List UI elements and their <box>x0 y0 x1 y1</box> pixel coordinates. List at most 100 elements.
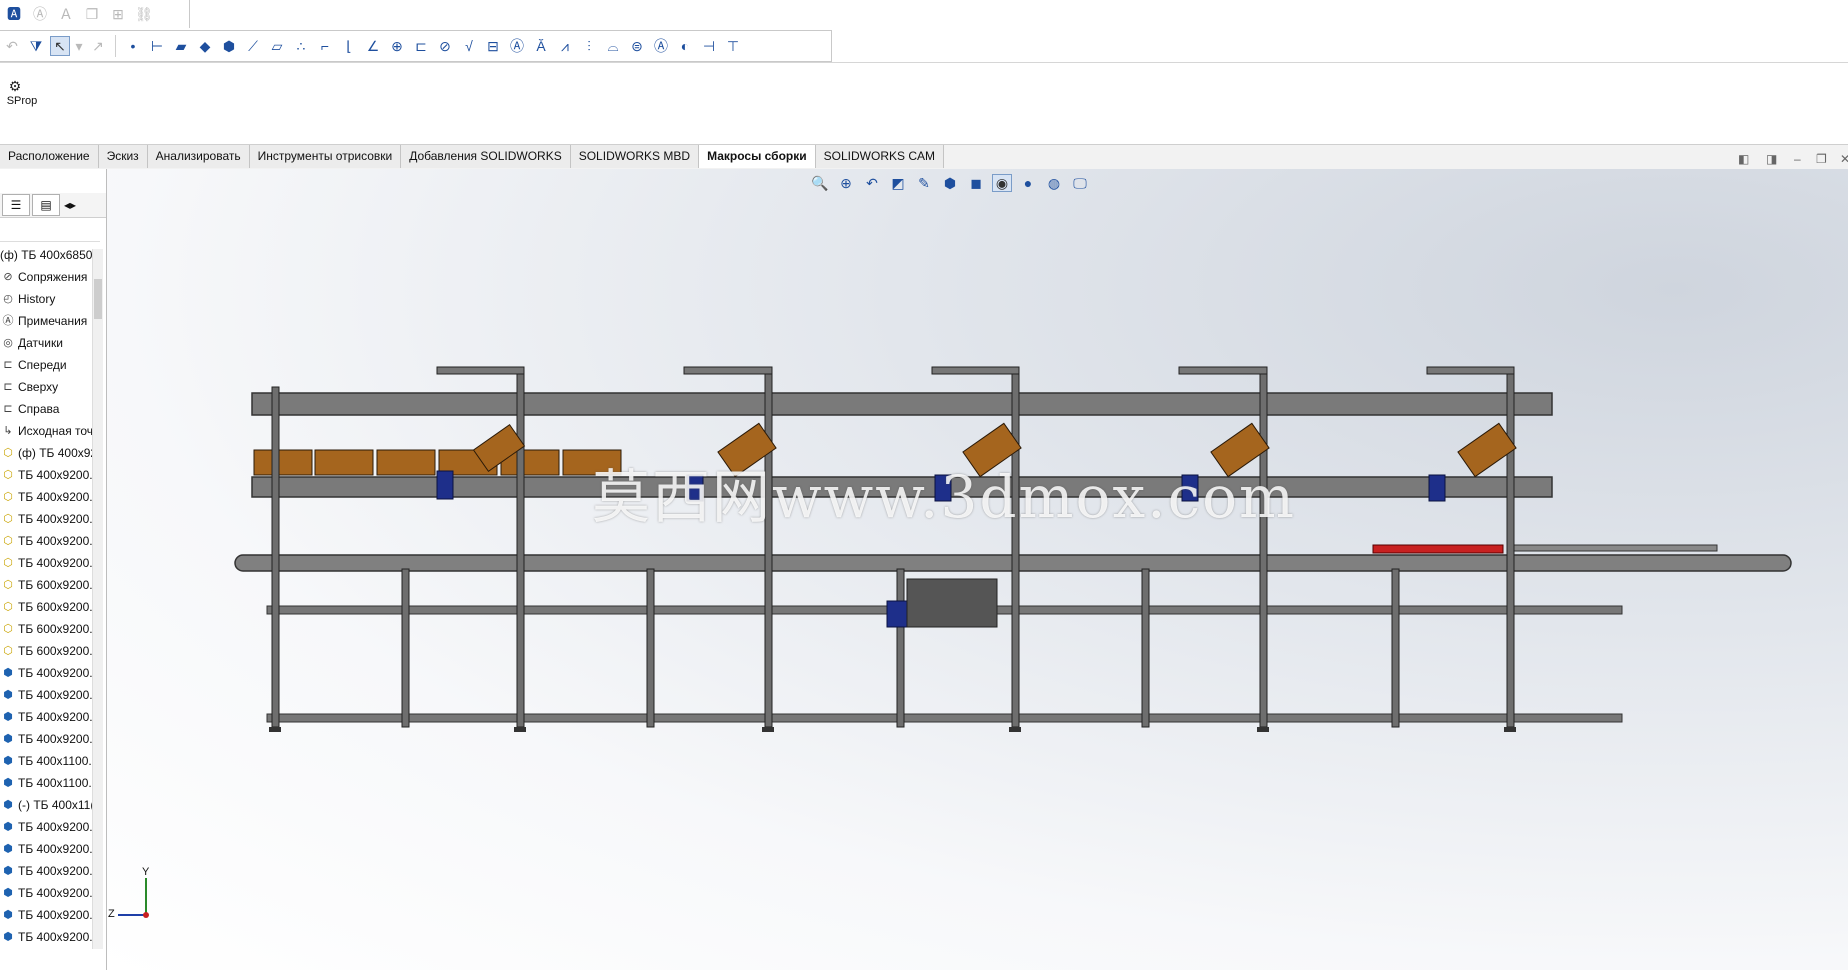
axis-filter-icon[interactable]: ⟋ <box>243 36 263 56</box>
tree-item[interactable]: ⬡ (ф) ТБ 400x92 <box>0 442 96 464</box>
tile-left-icon[interactable]: ◧ <box>1738 152 1749 166</box>
feature-manager-tab-icon[interactable]: ☰ <box>2 194 30 216</box>
face-filter-icon[interactable]: ▰ <box>171 36 191 56</box>
text-filter-icon[interactable]: Ă <box>531 36 551 56</box>
select-other-icon[interactable]: ↗ <box>88 36 108 56</box>
datum-filter-icon[interactable]: Ⓐ <box>507 36 527 56</box>
tolerance-filter-icon[interactable]: ⌓ <box>603 36 623 56</box>
point-filter-icon[interactable]: • <box>123 36 143 56</box>
tree-item[interactable]: ⬢ ТБ 400x9200.0 <box>0 882 96 904</box>
surface-finish-icon[interactable]: ⫶ <box>579 36 599 56</box>
dropdown-arrow-icon[interactable]: ▾ <box>74 36 84 56</box>
balloon-filter-icon[interactable]: ⊜ <box>627 36 647 56</box>
dimension-filter-icon[interactable]: ⊏ <box>411 36 431 56</box>
tree-item[interactable]: ⬢ (-) ТБ 400x11( <box>0 794 96 816</box>
tab-drawing-tools[interactable]: Инструменты отрисовки <box>249 145 402 168</box>
sketch-filter-icon[interactable]: ⌐ <box>315 36 335 56</box>
cg-filter-icon[interactable]: ⊣ <box>699 36 719 56</box>
tree-item[interactable]: ⬢ ТБ 400x9200.0 <box>0 728 96 750</box>
block-filter-icon[interactable]: Ⓐ <box>651 36 671 56</box>
apply-scene-icon[interactable]: ◍ <box>1044 174 1064 192</box>
edit-appearance-icon[interactable]: ● <box>1018 174 1038 192</box>
tree-item[interactable]: ⬢ ТБ 400x9200.0 <box>0 860 96 882</box>
hole-filter-icon[interactable]: ⊘ <box>435 36 455 56</box>
tree-item[interactable]: ↳ Исходная точ <box>0 420 96 442</box>
tree-item[interactable]: ⬢ ТБ 400x1100.0 <box>0 750 96 772</box>
copy-format-icon[interactable]: ❐ <box>82 4 102 24</box>
previous-view-icon[interactable]: ↶ <box>862 174 882 192</box>
check-filter-icon[interactable]: √ <box>459 36 479 56</box>
routing-filter-icon[interactable]: ⊤ <box>723 36 743 56</box>
font-icon[interactable]: Ａ <box>56 4 76 24</box>
zoom-area-icon[interactable]: ⊕ <box>836 174 856 192</box>
tree-item[interactable]: ◴ History <box>0 288 96 310</box>
select-cursor-icon[interactable]: ↖ <box>50 36 70 56</box>
filter-icon[interactable]: ⧩ <box>26 36 46 56</box>
tab-assembly-macros[interactable]: Макросы сборки <box>699 145 816 168</box>
scroll-right-icon[interactable]: ▸ <box>70 198 76 212</box>
view-settings-icon[interactable]: 🖵 <box>1070 174 1090 192</box>
grid-icon[interactable]: ⊞ <box>108 4 128 24</box>
tree-filter[interactable] <box>0 219 100 242</box>
text-style-icon[interactable]: Ⓐ <box>30 4 50 24</box>
tab-solidworks-mbd[interactable]: SOLIDWORKS MBD <box>570 145 700 168</box>
tree-item[interactable]: ⬢ ТБ 400x9200.0 <box>0 684 96 706</box>
view-orientation-icon[interactable]: ⬢ <box>940 174 960 192</box>
tree-item[interactable]: ⊏ Сверху <box>0 376 96 398</box>
display-style-icon[interactable]: ◼ <box>966 174 986 192</box>
note-filter-icon[interactable]: ⊟ <box>483 36 503 56</box>
zoom-to-fit-icon[interactable]: 🔍 <box>810 174 830 192</box>
tile-right-icon[interactable]: ◨ <box>1766 152 1777 166</box>
tree-item[interactable]: ⬡ ТБ 400x9200.0 <box>0 486 96 508</box>
plane-filter-icon[interactable]: ▱ <box>267 36 287 56</box>
weld-filter-icon[interactable]: ⩘ <box>555 36 575 56</box>
tree-item[interactable]: ⬢ ТБ 400x9200.0 <box>0 706 96 728</box>
tree-scrollbar[interactable] <box>92 249 103 949</box>
tree-item[interactable]: ⬢ ТБ 400x9200.0 <box>0 904 96 926</box>
tree-item[interactable]: ⬢ ТБ 400x9200.0 <box>0 926 96 948</box>
tree-item[interactable]: ◎ Датчики <box>0 332 96 354</box>
tree-item[interactable]: ⬡ ТБ 600x9200.0 <box>0 574 96 596</box>
sprop-button[interactable]: ⚙ SProp <box>2 78 42 107</box>
undo-icon[interactable]: ↶ <box>2 36 22 56</box>
tree-item[interactable]: ⊏ Спереди <box>0 354 96 376</box>
tab-layout[interactable]: Расположение <box>0 145 99 168</box>
tree-item[interactable]: ⬡ ТБ 600x9200.0 <box>0 640 96 662</box>
tree-item[interactable]: ⬡ ТБ 400x9200.0 <box>0 508 96 530</box>
cosmetic-thread-icon[interactable]: ◐ <box>675 36 695 56</box>
tree-item[interactable]: Ⓐ Примечания <box>0 310 96 332</box>
tree-item[interactable]: ⊏ Справа <box>0 398 96 420</box>
link-icon[interactable]: ⛓ <box>134 4 154 24</box>
hide-show-items-icon[interactable]: ◉ <box>992 174 1012 192</box>
tree-root[interactable]: (ф) ТБ 400x6850.0 <box>0 244 96 266</box>
tree-item[interactable]: ⬢ ТБ 400x1100.0 <box>0 772 96 794</box>
minimize-icon[interactable]: – <box>1794 152 1801 166</box>
tab-analyze[interactable]: Анализировать <box>147 145 250 168</box>
segment-filter-icon[interactable]: ⌊ <box>339 36 359 56</box>
surface-filter-icon[interactable]: ◆ <box>195 36 215 56</box>
tab-sketch[interactable]: Эскиз <box>98 145 148 168</box>
tab-solidworks-addins[interactable]: Добавления SOLIDWORKS <box>401 145 571 168</box>
section-view-icon[interactable]: ◩ <box>888 174 908 192</box>
tree-item[interactable]: ⬢ ТБ 400x9200.0 <box>0 662 96 684</box>
property-manager-tab-icon[interactable]: ▤ <box>32 194 60 216</box>
restore-icon[interactable]: ❐ <box>1816 152 1827 166</box>
tree-item[interactable]: ⊘ Сопряжения <box>0 266 96 288</box>
tree-item[interactable]: ⬡ ТБ 600x9200.0 <box>0 618 96 640</box>
edge-filter-icon[interactable]: ⊢ <box>147 36 167 56</box>
solid-filter-icon[interactable]: ⬢ <box>219 36 239 56</box>
tree-item[interactable]: ⬡ ТБ 400x9200.0 <box>0 464 96 486</box>
tree-item[interactable]: ⬡ ТБ 400x9200.0 <box>0 530 96 552</box>
center-mark-icon[interactable]: ⊕ <box>387 36 407 56</box>
tree-item[interactable]: ⬡ ТБ 600x9200.0 <box>0 596 96 618</box>
close-icon[interactable]: ✕ <box>1840 152 1848 166</box>
tree-item[interactable]: ⬡ ТБ 400x9200.0 <box>0 552 96 574</box>
tab-solidworks-cam[interactable]: SOLIDWORKS CAM <box>815 145 944 168</box>
tree-item[interactable]: ⬢ ТБ 400x9200.0 <box>0 838 96 860</box>
scroll-thumb[interactable] <box>94 279 102 319</box>
dynamic-annotation-icon[interactable]: ✎ <box>914 174 934 192</box>
tree-item[interactable]: ⬢ ТБ 400x9200.0 <box>0 816 96 838</box>
graphics-viewport[interactable] <box>107 169 1848 970</box>
format-painter-icon[interactable]: 🅰 <box>4 4 24 24</box>
vertex-filter-icon[interactable]: ∴ <box>291 36 311 56</box>
